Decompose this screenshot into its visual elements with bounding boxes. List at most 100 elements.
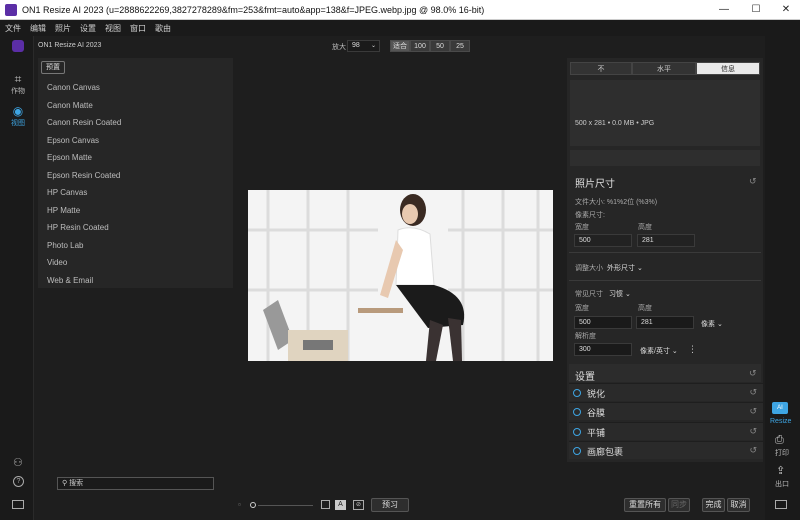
tab-none[interactable]: 不: [570, 62, 632, 75]
menu-settings[interactable]: 设置: [80, 23, 96, 34]
menu-photo[interactable]: 照片: [55, 23, 71, 34]
toggle-circle-icon[interactable]: [573, 447, 581, 455]
presets-button[interactable]: 预置: [41, 61, 65, 74]
export-label[interactable]: 出口: [775, 479, 789, 489]
info-box-footer: [570, 150, 760, 166]
help-icon[interactable]: ?: [13, 476, 24, 487]
view-icon: ◉: [12, 104, 24, 118]
zoom-100-button[interactable]: 100: [410, 40, 430, 52]
zoom-25-button[interactable]: 25: [450, 40, 470, 52]
app-icon: [5, 4, 17, 16]
toggle-circle-icon[interactable]: [573, 408, 581, 416]
view-tool[interactable]: ◉ 视图: [6, 104, 30, 128]
zoom-select[interactable]: 98 ⌄: [347, 40, 380, 52]
maximize-button[interactable]: ☐: [744, 2, 768, 18]
tiling-row[interactable]: 平铺 ↺: [569, 422, 763, 440]
height-field[interactable]: 281: [636, 316, 694, 329]
film-grain-row[interactable]: 谷膜 ↺: [569, 402, 763, 420]
preset-item[interactable]: Web & Email: [47, 276, 93, 285]
on1-logo-icon: [12, 40, 24, 52]
pixel-size-label: 像素尺寸:: [575, 212, 605, 219]
menu-help[interactable]: 歌由: [155, 23, 171, 34]
minimize-button[interactable]: —: [712, 2, 736, 18]
preset-item[interactable]: HP Canvas: [47, 188, 87, 197]
cancel-button[interactable]: 取消: [727, 498, 750, 512]
preset-item[interactable]: HP Matte: [47, 206, 80, 215]
toggle-circle-icon[interactable]: [573, 389, 581, 397]
reset-icon[interactable]: ↺: [749, 387, 757, 398]
preset-item[interactable]: Canon Canvas: [47, 83, 100, 92]
resolution-field[interactable]: 300: [574, 343, 632, 356]
common-size-dropdown[interactable]: 习惯 ⌄: [609, 289, 631, 299]
zoom-slider-track[interactable]: [258, 505, 313, 506]
preset-item[interactable]: Epson Resin Coated: [47, 171, 120, 180]
search-input[interactable]: ⚲ 搜索: [57, 477, 214, 490]
menu-file[interactable]: 文件: [5, 23, 21, 34]
menu-edit[interactable]: 编辑: [30, 23, 46, 34]
gallery-wrap-row[interactable]: 画廊包裹 ↺: [569, 441, 763, 459]
preset-item[interactable]: Epson Canvas: [47, 136, 99, 145]
unit-dropdown[interactable]: 像素 ⌄: [701, 319, 723, 329]
width-field[interactable]: 500: [574, 316, 632, 329]
reset-icon[interactable]: ↺: [749, 176, 757, 187]
preset-item[interactable]: Video: [47, 258, 67, 267]
photo-preview[interactable]: [248, 190, 553, 361]
resize-label[interactable]: Resize: [770, 418, 791, 425]
print-icon[interactable]: ⎙: [775, 434, 784, 447]
title-bar: ON1 Resize AI 2023 (u=2888622269,3827278…: [0, 0, 800, 20]
preview-button[interactable]: 预习: [371, 498, 409, 512]
done-button[interactable]: 完成: [702, 498, 725, 512]
preset-item[interactable]: Photo Lab: [47, 241, 83, 250]
preset-item[interactable]: Canon Matte: [47, 101, 93, 110]
menu-view[interactable]: 视图: [105, 23, 121, 34]
panel-toggle-icon[interactable]: [12, 500, 24, 509]
reset-icon[interactable]: ↺: [749, 368, 757, 379]
info-text: 500 x 281 • 0.0 MB • JPG: [575, 120, 655, 127]
compare-checkbox[interactable]: [321, 500, 330, 509]
resize-label: 调整大小: [575, 265, 603, 272]
preset-item[interactable]: Epson Matte: [47, 153, 92, 162]
preset-item[interactable]: Canon Resin Coated: [47, 118, 121, 127]
chevron-down-icon: ⌄: [671, 348, 678, 355]
gallery-wrap-label: 画廊包裹: [587, 447, 624, 457]
reset-icon[interactable]: ↺: [749, 406, 757, 417]
zoom-50-button[interactable]: 50: [430, 40, 450, 52]
before-after-icon[interactable]: A: [335, 500, 346, 510]
settings-header: [569, 364, 761, 382]
user-icon[interactable]: ⚇: [13, 456, 23, 469]
resize-value: 外形尺寸: [607, 265, 635, 272]
zoom-fit-button[interactable]: 适合: [390, 40, 410, 52]
toggle-circle-icon[interactable]: [573, 428, 581, 436]
menu-window[interactable]: 窗口: [130, 23, 146, 34]
tiling-label: 平铺: [587, 428, 606, 438]
tab-horizontal[interactable]: 水平: [632, 62, 696, 75]
tab-info[interactable]: 信息: [696, 62, 760, 75]
print-label[interactable]: 打印: [775, 448, 789, 458]
resize-dropdown[interactable]: 外形尺寸 ⌄: [607, 263, 643, 273]
panel-toggle-icon[interactable]: [775, 500, 787, 509]
film-grain-label: 谷膜: [587, 408, 606, 418]
common-size-value: 习惯: [609, 291, 623, 298]
width-label-2: 宽度: [575, 305, 589, 312]
more-options-icon[interactable]: ⋮: [688, 344, 697, 355]
crop-icon: ⌗: [14, 72, 22, 86]
small-image-icon: ▫: [238, 500, 241, 509]
reset-icon[interactable]: ↺: [749, 426, 757, 437]
search-icon: ⚲: [62, 480, 68, 487]
crop-tool-label: 作物: [11, 88, 25, 95]
zoom-label: 放大: [332, 44, 346, 51]
reset-all-button[interactable]: 重置所有: [624, 498, 666, 512]
resolution-unit-dropdown[interactable]: 像素/英寸 ⌄: [640, 346, 678, 356]
info-box: [570, 80, 760, 146]
sync-button[interactable]: 同步: [668, 498, 690, 512]
split-view-icon[interactable]: ⊘: [353, 500, 364, 510]
pixel-height-value: 281: [637, 234, 695, 247]
reset-icon[interactable]: ↺: [749, 445, 757, 456]
export-icon[interactable]: ⇪: [776, 464, 785, 477]
crop-tool[interactable]: ⌗ 作物: [6, 72, 30, 96]
sharpen-row[interactable]: 锐化 ↺: [569, 383, 763, 401]
zoom-slider-handle[interactable]: [250, 502, 256, 508]
close-button[interactable]: ✕: [774, 2, 798, 18]
preset-item[interactable]: HP Resin Coated: [47, 223, 109, 232]
resize-ai-icon[interactable]: AI: [772, 402, 788, 414]
